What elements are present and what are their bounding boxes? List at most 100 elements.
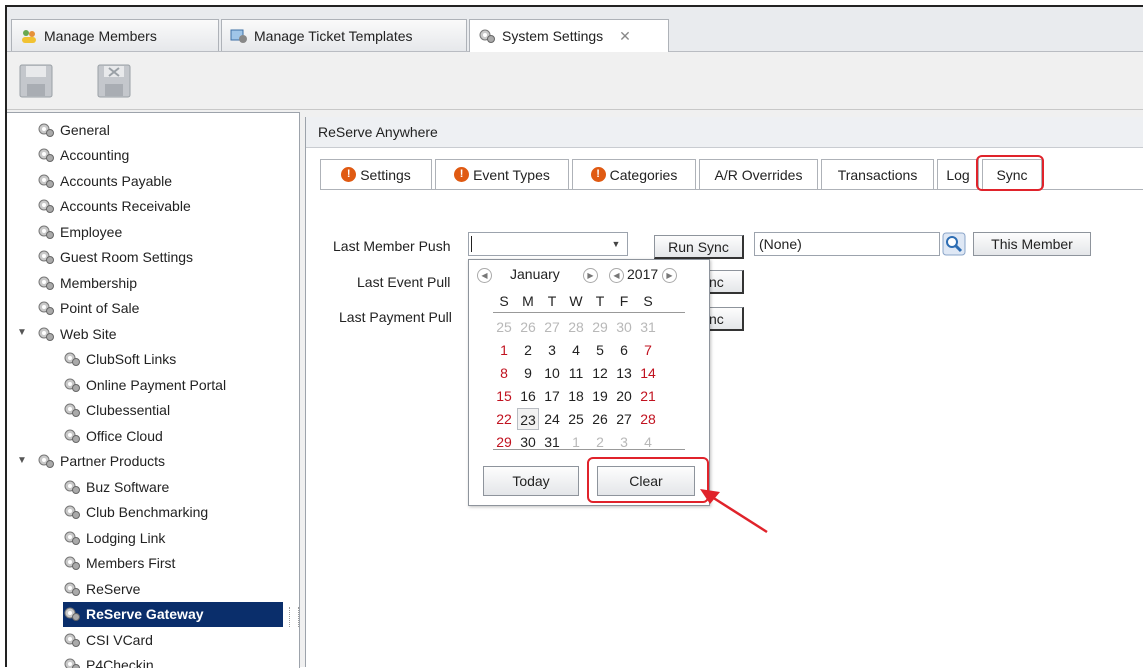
members-icon <box>20 28 38 44</box>
tree-item-clubessential[interactable]: Clubessential <box>63 398 170 423</box>
this-member-button[interactable]: This Member <box>973 232 1091 256</box>
tree-item-clubsoft-links[interactable]: ClubSoft Links <box>63 347 176 372</box>
tab-system-settings[interactable]: System Settings ✕ <box>469 19 669 52</box>
calendar-day[interactable]: 25 <box>493 316 515 338</box>
discard-icon[interactable] <box>97 64 131 98</box>
month-label[interactable]: January <box>510 266 560 282</box>
year-label[interactable]: 2017 <box>627 266 658 282</box>
member-field[interactable]: (None) <box>754 232 940 256</box>
calendar-day[interactable]: 31 <box>637 316 659 338</box>
close-icon[interactable]: ✕ <box>619 28 631 45</box>
calendar-day[interactable]: 16 <box>517 385 539 407</box>
last-member-push-label: Last Member Push <box>333 238 451 254</box>
calendar-day[interactable]: 22 <box>493 408 515 430</box>
calendar-day[interactable]: 12 <box>589 362 611 384</box>
tree-item-members-first[interactable]: Members First <box>63 551 175 576</box>
calendar-day[interactable]: 27 <box>541 316 563 338</box>
weekday-header: S <box>637 290 659 312</box>
tree-item-reserve[interactable]: ReServe <box>63 576 140 601</box>
weekday-header: S <box>493 290 515 312</box>
calendar-day[interactable]: 6 <box>613 339 635 361</box>
calendar-day[interactable]: 3 <box>541 339 563 361</box>
calendar-day[interactable]: 18 <box>565 385 587 407</box>
calendar-day[interactable]: 26 <box>589 408 611 430</box>
tab-ar-overrides[interactable]: A/R Overrides <box>699 159 818 189</box>
tab-categories[interactable]: !Categories <box>572 159 696 189</box>
calendar-day[interactable]: 10 <box>541 362 563 384</box>
tree-item-p4checkin[interactable]: P4Checkin <box>63 653 154 668</box>
calendar-day[interactable]: 11 <box>565 362 587 384</box>
tree-item-reserve-gateway[interactable]: ReServe Gateway <box>63 602 283 627</box>
save-icon[interactable] <box>19 64 53 98</box>
divider <box>493 449 685 450</box>
tree-item-accounts-receivable[interactable]: Accounts Receivable <box>37 194 191 219</box>
calendar-day[interactable]: 26 <box>517 316 539 338</box>
tree-item-buz-software[interactable]: Buz Software <box>63 474 169 499</box>
calendar-day[interactable]: 28 <box>637 408 659 430</box>
tree-item-web-site[interactable]: Web Site <box>37 321 117 346</box>
tree-item-guest-room-settings[interactable]: Guest Room Settings <box>37 245 193 270</box>
last-member-push-date-input[interactable]: ▼ <box>468 232 628 256</box>
calendar-day[interactable]: 28 <box>565 316 587 338</box>
tab-manage-ticket-templates[interactable]: Manage Ticket Templates <box>221 19 467 51</box>
tree-item-csi-vcard[interactable]: CSI VCard <box>63 627 153 652</box>
calendar-day[interactable]: 24 <box>541 408 563 430</box>
next-year-icon[interactable]: ▶ <box>662 268 677 283</box>
tree-item-label: Web Site <box>60 326 117 342</box>
tab-manage-members[interactable]: Manage Members <box>11 19 219 51</box>
tree-item-online-payment-portal[interactable]: Online Payment Portal <box>63 372 226 397</box>
calendar-day[interactable]: 19 <box>589 385 611 407</box>
calendar-day[interactable]: 15 <box>493 385 515 407</box>
today-button[interactable]: Today <box>483 466 579 496</box>
next-month-icon[interactable]: ▶ <box>583 268 598 283</box>
tree-item-label: Accounts Payable <box>60 173 172 189</box>
calendar-day[interactable]: 29 <box>589 316 611 338</box>
tree-item-accounting[interactable]: Accounting <box>37 143 129 168</box>
tree-item-label: Accounts Receivable <box>60 198 191 214</box>
tree-item-partner-products[interactable]: Partner Products <box>37 449 165 474</box>
tree-item-label: CSI VCard <box>86 632 153 648</box>
calendar-day[interactable]: 23 <box>517 408 539 430</box>
calendar-day[interactable]: 4 <box>565 339 587 361</box>
tree-item-label: ClubSoft Links <box>86 351 176 367</box>
run-sync-button-member[interactable]: Run Sync <box>654 235 744 259</box>
splitter-grip[interactable] <box>289 607 299 627</box>
calendar-day[interactable]: 9 <box>517 362 539 384</box>
search-icon[interactable] <box>942 232 966 256</box>
calendar-day[interactable]: 17 <box>541 385 563 407</box>
calendar-day[interactable]: 5 <box>589 339 611 361</box>
tree-item-employee[interactable]: Employee <box>37 219 122 244</box>
calendar-day[interactable]: 1 <box>493 339 515 361</box>
calendar-day[interactable]: 25 <box>565 408 587 430</box>
gear-icon <box>63 555 81 571</box>
tree-item-point-of-sale[interactable]: Point of Sale <box>37 296 139 321</box>
dropdown-arrow-icon[interactable]: ▼ <box>605 233 627 255</box>
tree-item-lodging-link[interactable]: Lodging Link <box>63 525 165 550</box>
calendar-day[interactable]: 14 <box>637 362 659 384</box>
run-sync-button-payment[interactable]: nc <box>706 307 744 331</box>
calendar-day[interactable]: 2 <box>517 339 539 361</box>
prev-year-icon[interactable]: ◀ <box>609 268 624 283</box>
calendar-day[interactable]: 20 <box>613 385 635 407</box>
tree-item-membership[interactable]: Membership <box>37 270 137 295</box>
tab-event-types[interactable]: !Event Types <box>435 159 569 189</box>
calendar-day[interactable]: 21 <box>637 385 659 407</box>
tree-item-accounts-payable[interactable]: Accounts Payable <box>37 168 172 193</box>
tab-log[interactable]: Log <box>937 159 979 189</box>
tree-item-general[interactable]: General <box>37 117 110 142</box>
calendar-day[interactable]: 13 <box>613 362 635 384</box>
collapse-icon[interactable]: ▼ <box>17 327 27 338</box>
tab-label: Log <box>946 167 969 183</box>
calendar-day[interactable]: 30 <box>613 316 635 338</box>
prev-month-icon[interactable]: ◀ <box>477 268 492 283</box>
tree-item-office-cloud[interactable]: Office Cloud <box>63 423 163 448</box>
tab-settings[interactable]: !Settings <box>320 159 432 189</box>
calendar-day[interactable]: 8 <box>493 362 515 384</box>
collapse-icon[interactable]: ▼ <box>17 455 27 466</box>
calendar-day[interactable]: 7 <box>637 339 659 361</box>
run-sync-button-event[interactable]: nc <box>706 270 744 294</box>
last-payment-pull-label: Last Payment Pull <box>339 309 452 325</box>
tree-item-club-benchmarking[interactable]: Club Benchmarking <box>63 500 208 525</box>
tab-transactions[interactable]: Transactions <box>821 159 934 189</box>
calendar-day[interactable]: 27 <box>613 408 635 430</box>
